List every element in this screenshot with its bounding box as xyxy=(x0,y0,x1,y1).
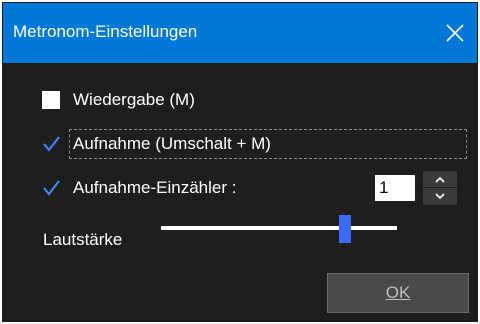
ok-button[interactable]: OK xyxy=(327,273,469,313)
playback-checkbox[interactable] xyxy=(42,91,60,109)
volume-slider-track[interactable] xyxy=(161,226,397,230)
close-button[interactable] xyxy=(433,3,477,63)
chevron-down-icon xyxy=(435,193,445,200)
chevron-up-icon xyxy=(435,176,445,183)
volume-label: Lautstärke xyxy=(43,230,123,249)
close-icon xyxy=(446,24,464,42)
option-playback[interactable]: Wiedergabe (M) xyxy=(3,87,477,113)
decrement-button[interactable] xyxy=(423,188,457,205)
count-in-checkbox[interactable] xyxy=(42,179,60,197)
count-in-value-input[interactable]: 1 xyxy=(375,175,415,201)
option-count-in[interactable]: Aufnahme-Einzähler : xyxy=(3,175,363,201)
volume-slider-thumb[interactable] xyxy=(339,215,352,243)
count-in-stepper xyxy=(423,171,457,205)
title-bar: Metronom-Einstellungen xyxy=(3,3,477,63)
record-label: Aufnahme (Umschalt + M) xyxy=(73,134,271,153)
option-record[interactable]: Aufnahme (Umschalt + M) xyxy=(3,131,477,157)
record-checkbox[interactable] xyxy=(42,135,60,153)
dialog-title: Metronom-Einstellungen xyxy=(13,22,198,41)
checkmark-icon xyxy=(43,136,60,152)
ok-button-label: OK xyxy=(385,283,411,302)
playback-label: Wiedergabe (M) xyxy=(73,90,195,109)
checkmark-icon xyxy=(43,180,60,196)
metronome-settings-dialog: Metronom-Einstellungen Wiedergabe (M) Au… xyxy=(2,2,478,322)
increment-button[interactable] xyxy=(423,171,457,188)
count-in-label: Aufnahme-Einzähler : xyxy=(73,178,237,197)
